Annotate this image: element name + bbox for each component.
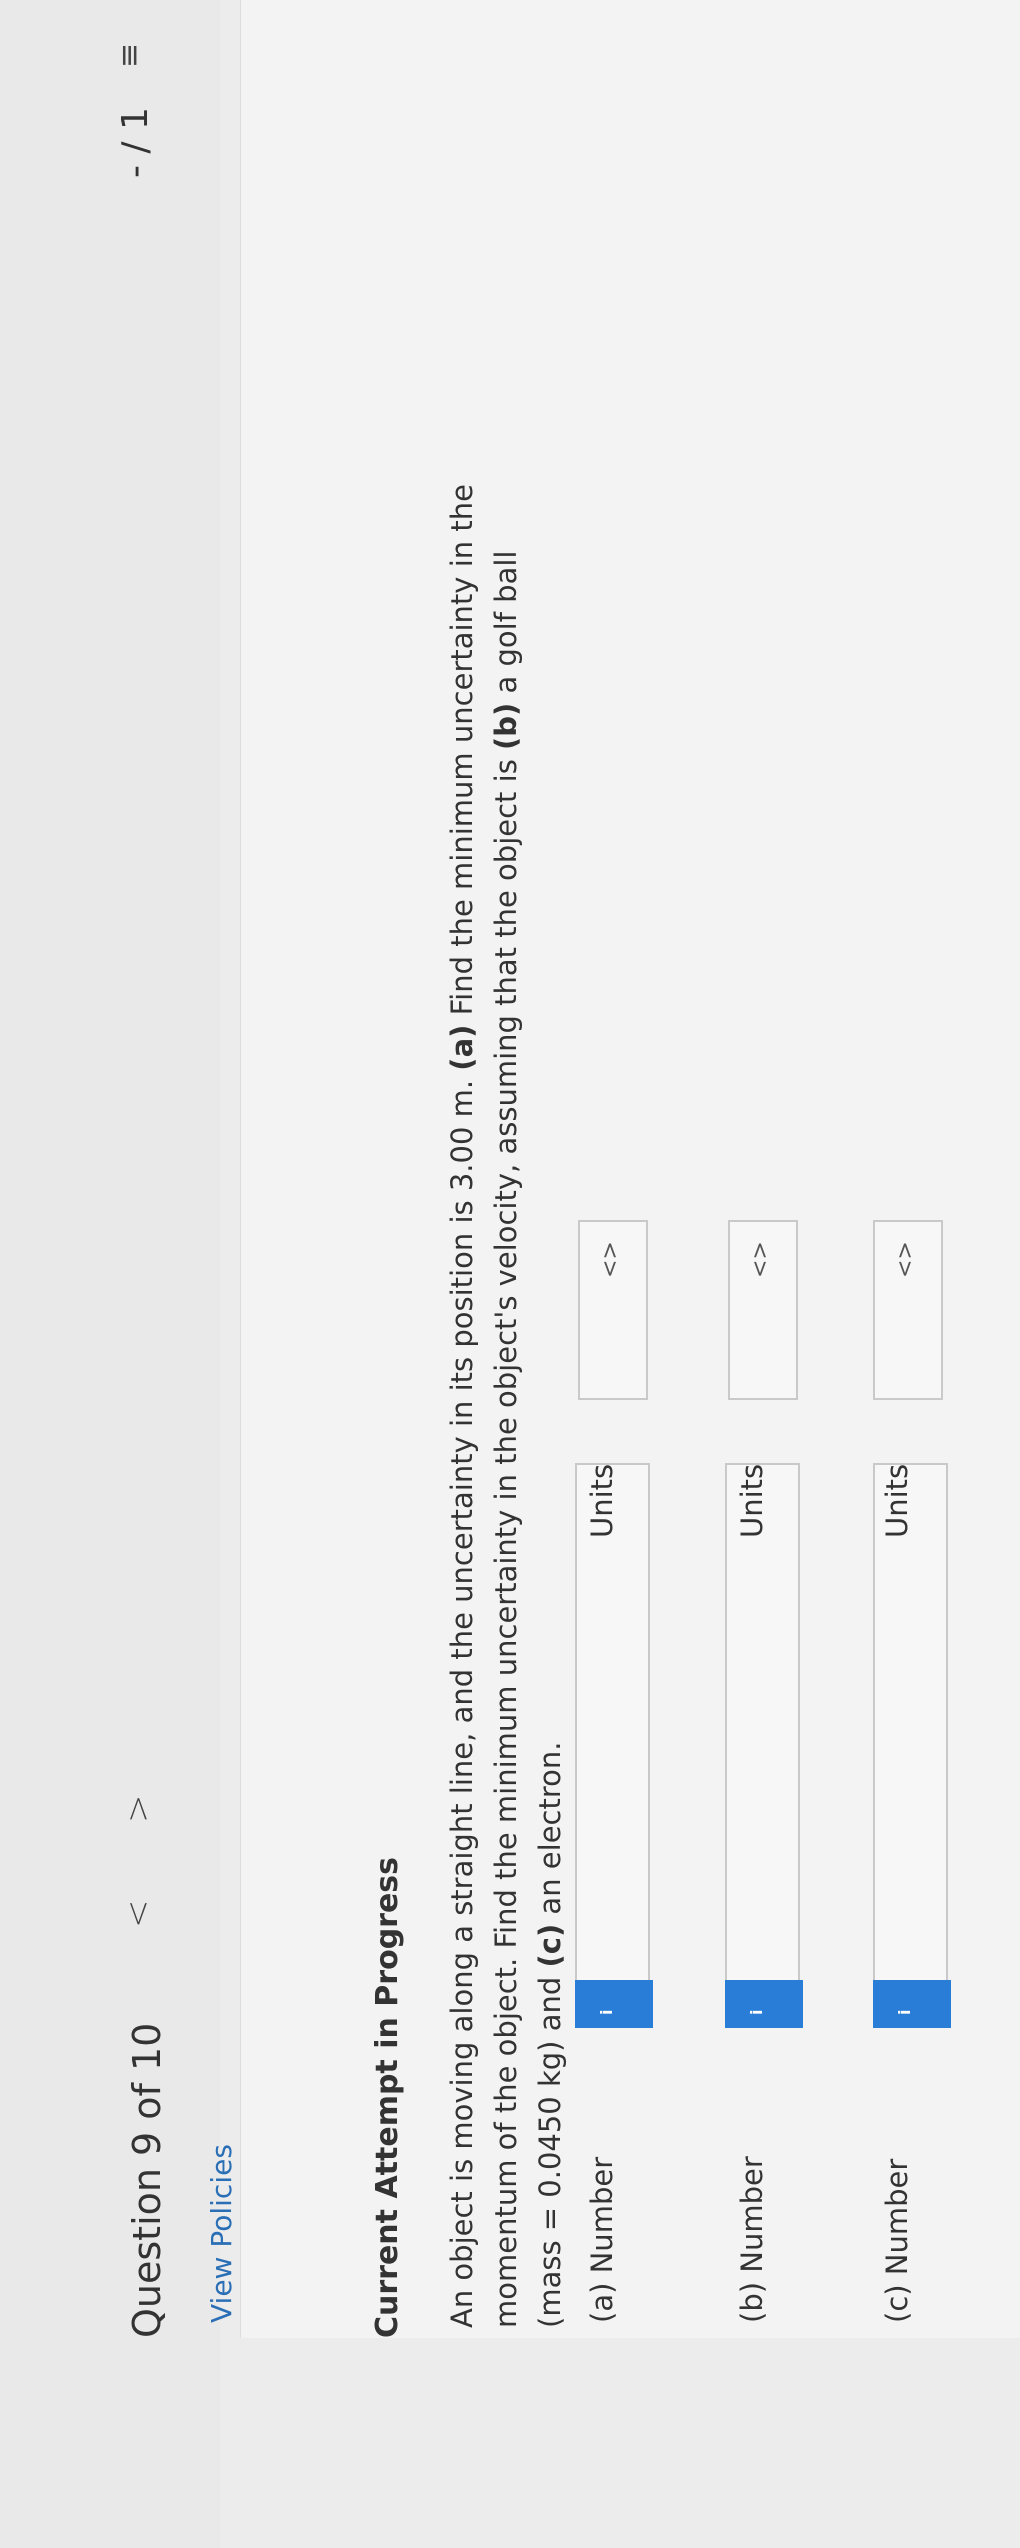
- next-question-button[interactable]: >: [118, 1795, 158, 1824]
- question-part-marker: (a): [445, 1024, 479, 1071]
- question-line-1: An object is moving along a straight lin…: [440, 328, 484, 2328]
- info-glyph: i: [895, 2009, 914, 2015]
- chevron-select-icon: <>: [598, 1241, 623, 1278]
- question-text: An object is moving along a straight lin…: [440, 328, 572, 2328]
- part-b-units-select[interactable]: <>: [728, 1220, 798, 1400]
- question-page: Question 9 of 10 < > - / 1 ≡ ⋮ View Poli…: [0, 0, 1020, 2548]
- part-b-units-label: Units: [735, 1463, 769, 1538]
- score-display: - / 1: [115, 107, 156, 178]
- chevron-select-icon: <>: [893, 1241, 918, 1278]
- question-part-marker: (c): [533, 1923, 567, 1968]
- part-a-label: (a) Number: [585, 2156, 619, 2323]
- question-text-part: a golf ball: [489, 550, 523, 703]
- question-text-part: momentum of the object. Find the minimum…: [489, 749, 523, 2328]
- part-c-units-select[interactable]: <>: [873, 1220, 943, 1400]
- question-text-part: An object is moving along a straight lin…: [445, 1070, 479, 2328]
- question-title: Question 9 of 10: [125, 2022, 169, 2338]
- question-text-part: (mass = 0.0450 kg) and: [533, 1967, 567, 2328]
- info-icon[interactable]: i: [725, 1980, 803, 2028]
- part-c-label: (c) Number: [880, 2158, 914, 2323]
- info-icon[interactable]: i: [873, 1980, 951, 2028]
- part-c-units-label: Units: [880, 1463, 914, 1538]
- part-c-number-input[interactable]: i: [873, 1463, 951, 2028]
- part-b-label: (b) Number: [735, 2156, 769, 2323]
- question-text-part: an electron.: [533, 1741, 567, 1924]
- info-icon[interactable]: i: [575, 1980, 653, 2028]
- previous-question-button[interactable]: <: [118, 1900, 158, 1929]
- info-glyph: i: [597, 2009, 616, 2015]
- question-header: [0, 0, 220, 2548]
- list-icon[interactable]: ≡: [112, 43, 147, 68]
- question-text-part: Find the minimum uncertainty in the: [445, 484, 479, 1025]
- question-part-marker: (b): [489, 702, 523, 750]
- question-line-3: (mass = 0.0450 kg) and (c) an electron.: [528, 328, 572, 2328]
- view-policies-link[interactable]: View Policies: [205, 2144, 238, 2323]
- part-a-number-input[interactable]: i: [575, 1463, 653, 2028]
- part-b-number-input[interactable]: i: [725, 1463, 803, 2028]
- attempt-status: Current Attempt in Progress: [370, 1856, 405, 2338]
- info-glyph: i: [747, 2009, 766, 2015]
- part-a-units-select[interactable]: <>: [578, 1220, 648, 1400]
- chevron-select-icon: <>: [748, 1241, 773, 1278]
- part-a-units-label: Units: [585, 1463, 619, 1538]
- question-line-2: momentum of the object. Find the minimum…: [484, 328, 528, 2328]
